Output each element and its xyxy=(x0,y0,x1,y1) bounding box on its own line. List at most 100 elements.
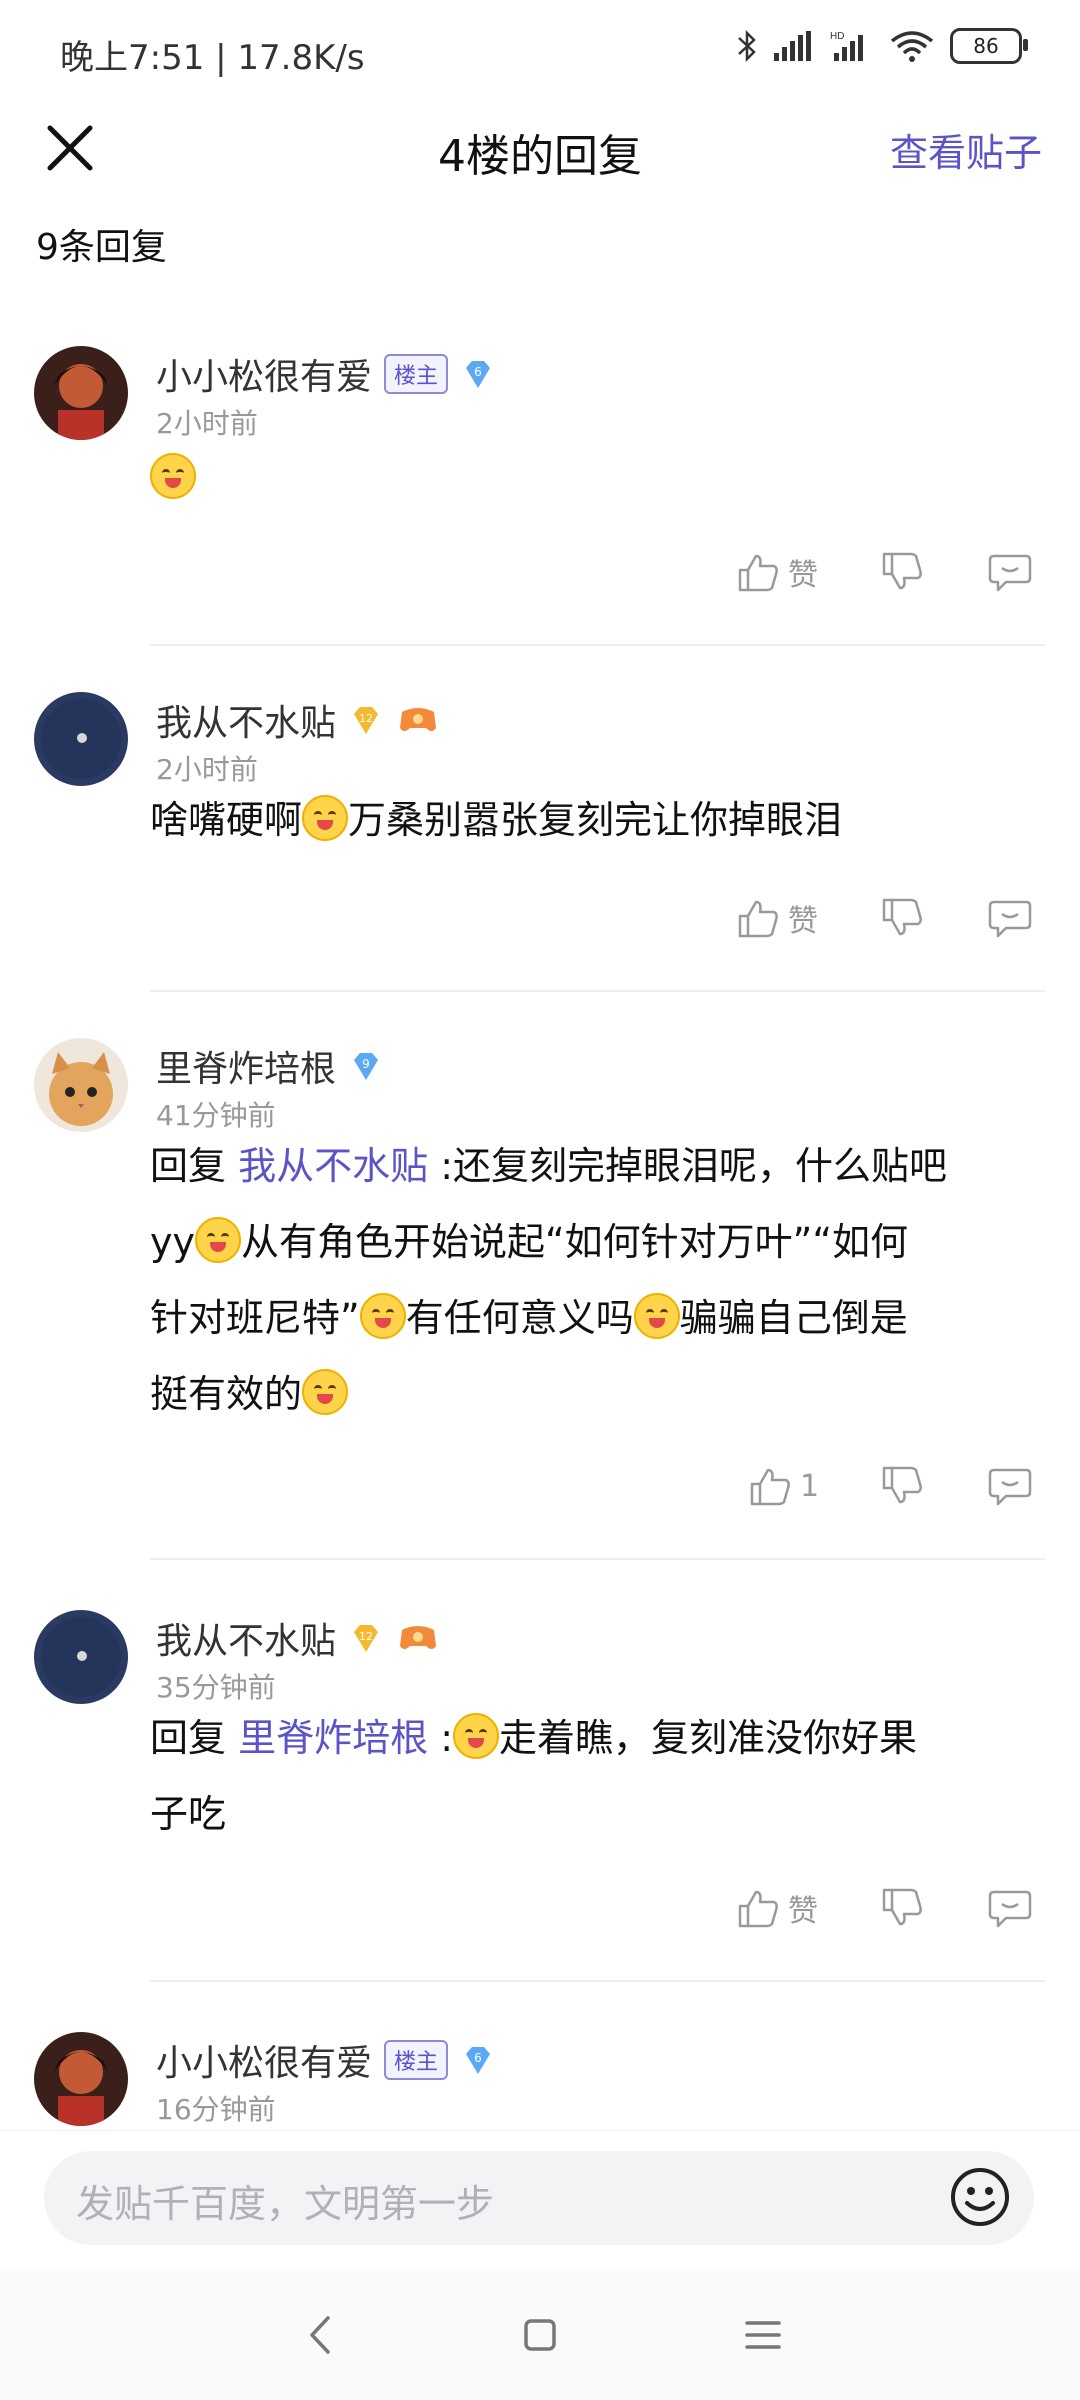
avatar[interactable] xyxy=(34,1610,128,1704)
mention-link[interactable]: 我从不水贴 xyxy=(238,1144,428,1188)
status-time: 晚上7:51 | 17.8K/s xyxy=(60,38,365,78)
divider xyxy=(150,1558,1045,1560)
reply-input[interactable]: 发贴千百度，文明第一步 xyxy=(44,2151,1034,2245)
content-text: 骗骗自己倒是 xyxy=(679,1296,908,1340)
content-line: 针对班尼特” 有任何意义吗 骗骗自己倒是 xyxy=(150,1280,1050,1356)
username[interactable]: 小小松很有爱 xyxy=(156,2034,372,2086)
emoji-icon xyxy=(359,1293,406,1339)
content-line: 回复 里脊炸培根 : 走着瞧，复刻准没你好果 xyxy=(150,1700,1050,1776)
dislike-button[interactable] xyxy=(880,1886,924,1930)
reply-count: 9条回复 xyxy=(36,227,167,268)
content-text: yy xyxy=(150,1220,195,1264)
status-bar: 晚上7:51 | 17.8K/s HD 86 xyxy=(0,0,1080,100)
network-type: HD xyxy=(830,31,844,42)
home-icon[interactable] xyxy=(515,2310,565,2360)
comment-button[interactable] xyxy=(988,896,1032,940)
emoji-icon xyxy=(302,795,349,841)
reply-input-bar: 发贴千百度，文明第一步 xyxy=(0,2130,1080,2271)
dislike-button[interactable] xyxy=(880,550,924,594)
content-text: 有任何意义吗 xyxy=(405,1296,634,1340)
top-bar: 4楼的回复 查看贴子 xyxy=(0,100,1080,200)
post-time: 16分钟前 xyxy=(156,2093,276,2126)
system-nav-bar xyxy=(0,2270,1080,2400)
thumb-up-icon xyxy=(738,900,778,938)
content-text: : xyxy=(440,1716,454,1760)
comment-button[interactable] xyxy=(988,1886,1032,1930)
emoji-icon xyxy=(633,1293,680,1339)
level-gem-icon: 6 xyxy=(466,361,491,388)
content-text: 啥嘴硬啊 xyxy=(150,798,303,842)
dislike-button[interactable] xyxy=(880,896,924,940)
thumb-down-icon xyxy=(882,1888,922,1926)
emoji-picker-icon[interactable] xyxy=(948,2165,1012,2229)
level-number: 9 xyxy=(362,1057,370,1071)
action-bar: 赞 xyxy=(0,550,1080,620)
thumb-down-icon xyxy=(882,1466,922,1504)
thumb-up-icon xyxy=(750,1468,790,1506)
thumb-down-icon xyxy=(882,552,922,590)
owner-badge: 楼主 xyxy=(384,354,449,394)
post-time: 2小时前 xyxy=(156,407,258,440)
content-line: 挺有效的 xyxy=(150,1356,1050,1432)
comment-icon xyxy=(988,1468,1032,1506)
emoji-icon xyxy=(453,1713,500,1759)
level-number: 12 xyxy=(359,712,373,725)
comment-icon xyxy=(988,900,1032,938)
level-gem-icon: 9 xyxy=(354,1053,379,1080)
content-text: 从有角色开始说起“如何针对万叶”“如何 xyxy=(240,1220,909,1264)
reply-word: 回复 xyxy=(150,1144,227,1188)
action-bar: 1 xyxy=(0,1464,1080,1534)
comment-icon xyxy=(988,1890,1032,1928)
comment-button[interactable] xyxy=(988,550,1032,594)
like-count: 赞 xyxy=(788,904,818,939)
user-info: 小小松很有爱 楼主 6 xyxy=(156,348,496,400)
view-post-link[interactable]: 查看贴子 xyxy=(890,122,1042,177)
game-badge-icon xyxy=(400,708,437,731)
content-text: 子吃 xyxy=(150,1792,227,1836)
like-count: 1 xyxy=(800,1468,820,1504)
like-button[interactable]: 赞 xyxy=(736,550,818,594)
avatar[interactable] xyxy=(34,692,128,786)
avatar[interactable] xyxy=(34,1038,128,1132)
content-text: 挺有效的 xyxy=(150,1372,303,1416)
avatar[interactable] xyxy=(34,2032,128,2126)
back-icon[interactable] xyxy=(296,2310,346,2360)
username[interactable]: 小小松很有爱 xyxy=(156,348,372,400)
user-info: 小小松很有爱 楼主 6 xyxy=(156,2034,496,2086)
like-button[interactable]: 赞 xyxy=(736,1886,818,1930)
owner-badge: 楼主 xyxy=(384,2040,449,2080)
comment-button[interactable] xyxy=(988,1464,1032,1508)
post-content: 啥嘴硬啊 万桑别嚣张复刻完让你掉眼泪 xyxy=(150,782,1050,858)
user-info: 我从不水贴 12 xyxy=(156,1612,440,1664)
level-number: 6 xyxy=(474,2051,482,2065)
username[interactable]: 我从不水贴 xyxy=(156,1612,336,1664)
battery-indicator: 86 xyxy=(950,28,1028,64)
level-gem-icon: 6 xyxy=(466,2047,491,2074)
dislike-button[interactable] xyxy=(880,1464,924,1508)
content-text: 万桑别嚣张复刻完让你掉眼泪 xyxy=(348,798,843,842)
signal-icon xyxy=(774,31,811,61)
divider xyxy=(150,1980,1045,1982)
battery-level: 86 xyxy=(973,34,999,58)
post-content: 回复 里脊炸培根 : 走着瞧，复刻准没你好果 子吃 xyxy=(150,1700,1050,1852)
content-line: yy 从有角色开始说起“如何针对万叶”“如何 xyxy=(150,1204,1050,1280)
mention-link[interactable]: 里脊炸培根 xyxy=(238,1716,428,1760)
level-number: 12 xyxy=(359,1630,373,1643)
content-text: 走着瞧，复刻准没你好果 xyxy=(499,1716,918,1760)
signal-hd-icon: HD xyxy=(830,31,863,61)
action-bar: 赞 xyxy=(0,1886,1080,1956)
input-placeholder: 发贴千百度，文明第一步 xyxy=(76,2182,495,2226)
content-text: :还复刻完掉眼泪呢，什么贴吧 xyxy=(440,1144,948,1188)
divider xyxy=(150,644,1045,646)
like-button[interactable]: 赞 xyxy=(736,896,818,940)
user-info: 里脊炸培根 9 xyxy=(156,1040,384,1092)
menu-icon[interactable] xyxy=(738,2310,788,2360)
username[interactable]: 我从不水贴 xyxy=(156,694,336,746)
like-count: 赞 xyxy=(788,558,818,593)
bluetooth-icon xyxy=(738,29,756,63)
post-content xyxy=(150,440,1050,516)
level-number: 6 xyxy=(474,365,482,379)
avatar[interactable] xyxy=(34,346,128,440)
like-button[interactable]: 1 xyxy=(748,1464,819,1508)
username[interactable]: 里脊炸培根 xyxy=(156,1040,336,1092)
